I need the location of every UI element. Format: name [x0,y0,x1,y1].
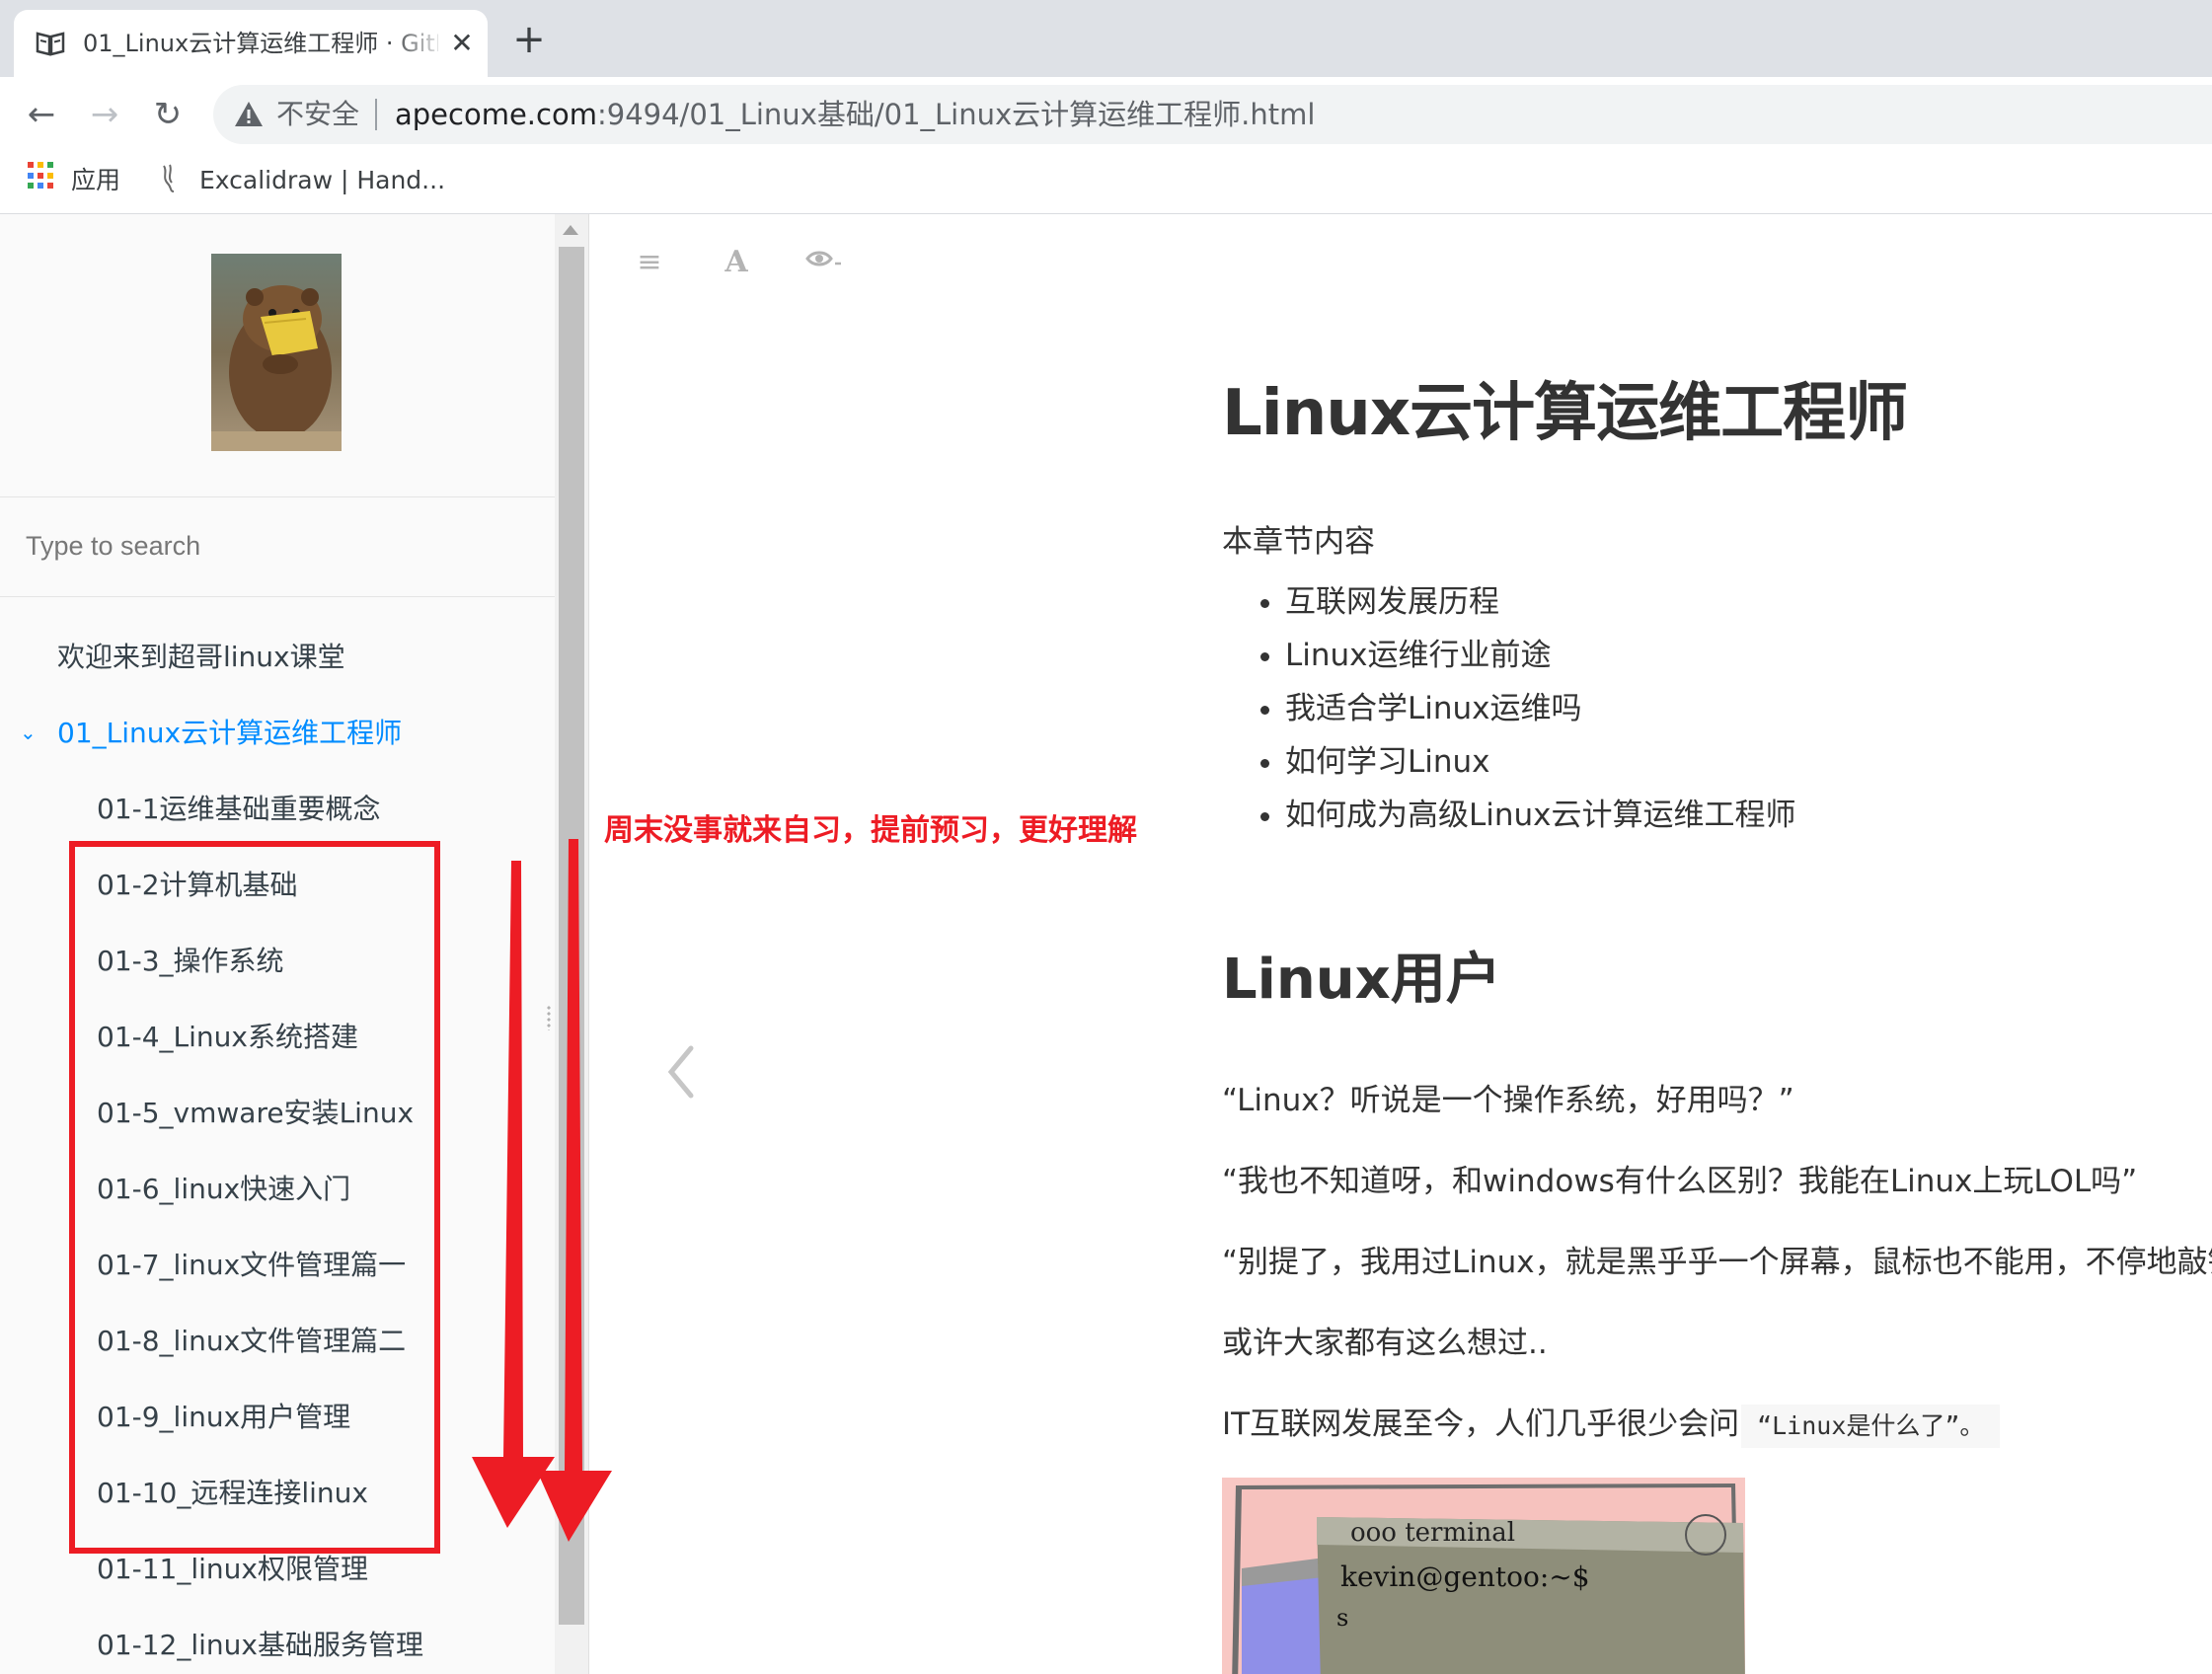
url-path: :9494/01_Linux基础/01_Linux云计算运维工程师.html [596,98,1316,131]
section-title: Linux用户 [1222,948,1501,1012]
terminal-prompt-text: kevin@gentoo:~$ [1340,1560,1590,1593]
quote-paragraph: “别提了，我用过Linux，就是黑乎乎一个屏幕，鼠标也不能用，不停地敲键盘” [1222,1245,2212,1280]
terminal-illustration: ooo terminal kevin@gentoo:~$ s [1222,1478,1745,1674]
reload-icon[interactable]: ↻ [144,91,191,138]
summary-item[interactable]: 01-12_linux基础服务管理 [0,1607,555,1674]
annotation-highlight-box [69,841,440,1554]
terminal-title-text: ooo terminal [1350,1518,1515,1548]
book-icon [36,32,65,56]
chapter-contents-list: 互联网发展历程 Linux运维行业前途 我适合学Linux运维吗 如何学习Lin… [1222,575,1796,842]
eye-icon[interactable] [803,243,843,282]
summary-item[interactable]: 01-1运维基础重要概念 [0,771,555,847]
forward-arrow-icon[interactable]: → [81,91,128,138]
list-item: 我适合学Linux运维吗 [1285,682,1796,735]
inline-code: “Linux是什么了”。 [1741,1405,2001,1448]
summary-item-active[interactable]: ⌄ 01_Linux云计算运维工程师 [0,695,555,771]
browser-toolbar: ← → ↻ 不安全 apecome.com:9494/01_Linux基础/01… [0,77,2212,152]
previous-page-icon[interactable] [661,1042,701,1102]
url-host: apecome.com [395,98,597,131]
list-item: 互联网发展历程 [1285,575,1796,629]
chapter-intro: 本章节内容 [1222,524,1375,560]
tab-strip: 01_Linux云计算运维工程师 · GitBook ✕ + [0,0,2212,77]
tab-title-fade [389,24,448,63]
bookmark-excalidraw[interactable]: Excalidraw | Hand... [199,162,445,199]
search-input[interactable] [0,498,553,593]
apps-grid-icon[interactable] [28,162,55,190]
sidebar-border [588,214,589,1674]
warning-icon [235,102,263,126]
terminal-line-text: s [1336,1604,1348,1632]
avatar-image [211,254,342,451]
new-tab-button[interactable]: + [509,20,549,61]
scroll-up-arrow-icon[interactable] [563,225,578,235]
chevron-down-icon[interactable]: ⌄ [20,695,43,771]
browser-tab-active[interactable]: 01_Linux云计算运维工程师 · GitBook ✕ [14,10,488,77]
list-item: 如何成为高级Linux云计算运维工程师 [1285,789,1796,842]
annotation-text: 周末没事就来自习，提前预习，更好理解 [604,813,1137,848]
thought-paragraph: 或许大家都有这么想过.. [1222,1326,1548,1361]
it-paragraph: IT互联网发展至今，人们几乎很少会问 “Linux是什么了”。 [1222,1403,2001,1448]
list-item: 如何学习Linux [1285,735,1796,789]
back-arrow-icon[interactable]: ← [18,91,65,138]
url-text[interactable]: apecome.com:9494/01_Linux基础/01_Linux云计算运… [395,95,1315,134]
excalidraw-icon [163,164,175,192]
close-icon[interactable]: ✕ [444,26,480,61]
summary-item-label: 01-1运维基础重要概念 [97,793,381,825]
list-item: Linux运维行业前途 [1285,629,1796,682]
sidebar-divider [0,496,555,497]
summary-item-label: 01-11_linux权限管理 [97,1553,368,1585]
sidebar-scrollbar-thumb[interactable] [559,247,584,1625]
toggle-sidebar-icon[interactable]: ≡ [630,243,669,282]
it-text: IT互联网发展至今，人们几乎很少会问 [1222,1407,1740,1442]
summary-item-label: 01-12_linux基础服务管理 [97,1629,423,1661]
page-title: Linux云计算运维工程师 [1222,377,1908,450]
page-content: Linux云计算运维工程师 本章节内容 互联网发展历程 Linux运维行业前途 … [1222,214,2212,1674]
summary-item[interactable]: 欢迎来到超哥linux课堂 [0,619,555,695]
bookmark-apps[interactable]: 应用 [71,162,120,199]
address-bar[interactable]: 不安全 apecome.com:9494/01_Linux基础/01_Linux… [213,85,2212,144]
font-settings-icon[interactable]: A [717,243,756,282]
summary-item-label: 01_Linux云计算运维工程师 [57,717,403,749]
sidebar-divider [0,596,555,597]
omnibox-divider [375,99,377,130]
insecure-label[interactable]: 不安全 [276,97,359,132]
quote-paragraph: “Linux？听说是一个操作系统，好用吗？” [1222,1083,1794,1118]
tab-title: 01_Linux云计算运维工程师 · GitBook [83,30,438,57]
summary-item-label: 欢迎来到超哥linux课堂 [57,641,345,673]
quote-paragraph: “我也不知道呀，和windows有什么区别？我能在Linux上玩LOL吗” [1222,1164,2138,1199]
sidebar-resize-handle[interactable] [546,1005,552,1030]
